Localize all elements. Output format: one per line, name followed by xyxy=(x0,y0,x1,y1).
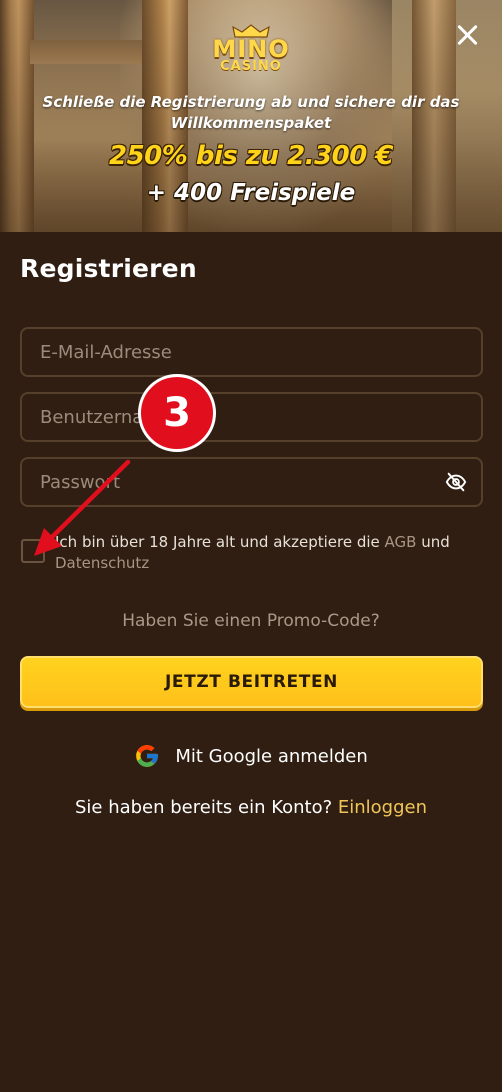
google-login-label: Mit Google anmelden xyxy=(175,745,368,767)
close-icon[interactable] xyxy=(454,22,480,48)
hero-subtitle-line1: Schließe die Registrierung ab und sicher… xyxy=(42,93,460,111)
terms-prefix: Ich bin über 18 Jahre alt und akzeptiere… xyxy=(55,533,385,551)
page-title: Registrieren xyxy=(20,254,197,283)
mino-casino-logo: MINO CASINO xyxy=(0,24,502,73)
promo-code-link[interactable]: Haben Sie einen Promo-Code? xyxy=(0,609,502,633)
hero-subtitle: Schließe die Registrierung ab und sicher… xyxy=(0,92,502,134)
step-number: 3 xyxy=(163,390,191,436)
step-number-badge: 3 xyxy=(138,374,216,452)
username-input[interactable] xyxy=(22,394,481,440)
join-button-label: JETZT BEITRETEN xyxy=(164,672,338,692)
email-field[interactable] xyxy=(20,327,483,377)
hero-banner: MINO CASINO Schließe die Registrierung a… xyxy=(0,0,502,232)
terms-text: Ich bin über 18 Jahre alt und akzeptiere… xyxy=(55,532,495,574)
join-button[interactable]: JETZT BEITRETEN xyxy=(20,656,483,708)
hero-subtitle-line2: Willkommenspaket xyxy=(170,114,332,132)
password-input[interactable] xyxy=(22,459,481,505)
hero-free-spins: + 400 Freispiele xyxy=(146,180,356,206)
terms-privacy-link[interactable]: Datenschutz xyxy=(55,554,149,572)
login-link[interactable]: Einloggen xyxy=(338,797,427,818)
terms-and: und xyxy=(416,533,450,551)
logo-text-bottom: CASINO xyxy=(220,59,282,74)
username-field[interactable] xyxy=(20,392,483,442)
hero-bonus: 250% bis zu 2.300 € xyxy=(108,141,394,171)
login-prompt-text: Sie haben bereits ein Konto? xyxy=(74,797,338,818)
eye-off-icon[interactable] xyxy=(445,471,467,493)
terms-agb-link[interactable]: AGB xyxy=(385,533,417,551)
login-prompt: Sie haben bereits ein Konto? Einloggen xyxy=(0,796,502,820)
google-login-button[interactable]: Mit Google anmelden xyxy=(0,743,502,771)
logo-text-top: MINO xyxy=(212,35,290,63)
email-input[interactable] xyxy=(22,329,481,375)
google-icon xyxy=(136,745,159,767)
terms-checkbox[interactable] xyxy=(21,539,45,563)
password-field[interactable] xyxy=(20,457,483,507)
